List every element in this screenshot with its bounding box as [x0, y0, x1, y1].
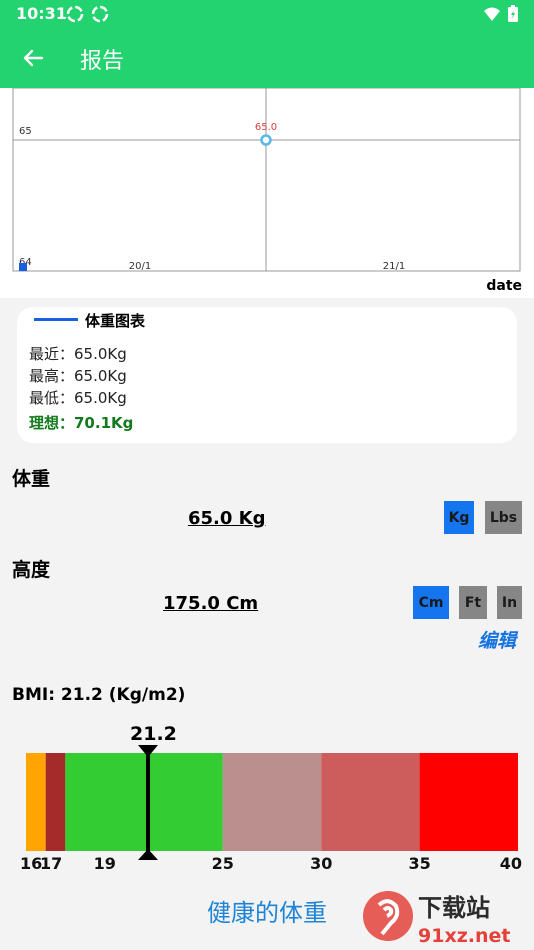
bmi-band [26, 753, 46, 851]
legend-line [34, 318, 78, 321]
sync-icon [66, 5, 84, 23]
bmi-band [321, 753, 420, 851]
x-tick-label: 21/1 [383, 261, 405, 272]
weight-summary-card: 体重图表 最近：65.0Kg 最高：65.0Kg 最低：65.0Kg 理想：70… [17, 307, 517, 443]
back-arrow-icon[interactable] [18, 43, 48, 73]
bmi-band [419, 753, 518, 851]
unit-cm-button[interactable]: Cm [413, 586, 449, 619]
site-watermark-logo: 下载站 91xz.net [363, 891, 510, 947]
bmi-tick-label: 16 [20, 854, 42, 873]
bmi-scale: 1617 19 25 30 35 40 [20, 745, 522, 873]
weight-chart[interactable]: 64 65 20/1 21/1 65.0 date [0, 87, 534, 298]
lowest-weight: 最低：65.0Kg [29, 389, 127, 407]
edit-link[interactable]: 编辑 [478, 626, 516, 653]
x-tick-label: 20/1 [129, 261, 151, 272]
bmi-tick-label: 30 [310, 854, 332, 873]
unit-ft-button[interactable]: Ft [459, 586, 487, 619]
series-start-marker [19, 263, 27, 271]
bmi-band [65, 753, 223, 851]
bmi-band [222, 753, 322, 851]
svg-text:下载站: 下载站 [418, 894, 490, 922]
bmi-tick-label: 25 [212, 854, 234, 873]
data-point [260, 134, 272, 146]
bmi-tick-label: 19 [94, 854, 116, 873]
svg-text:91xz.net: 91xz.net [418, 925, 510, 947]
unit-kg-button[interactable]: Kg [444, 501, 474, 534]
recent-weight: 最近：65.0Kg [29, 345, 127, 363]
y-tick-label: 65 [19, 126, 32, 137]
height-section-title: 高度 [12, 559, 51, 581]
weight-section-title: 体重 [12, 468, 51, 490]
app-bar: 报告 [0, 28, 534, 88]
bmi-band [45, 753, 66, 851]
unit-lbs-button[interactable]: Lbs [485, 501, 522, 534]
data-point-label: 65.0 [255, 122, 277, 133]
bmi-tick-label: 40 [500, 854, 522, 873]
status-bar: 10:31 [0, 0, 534, 28]
x-axis-label: date [486, 278, 522, 294]
wifi-icon [484, 7, 500, 21]
legend-label: 体重图表 [85, 312, 146, 330]
highest-weight: 最高：65.0Kg [29, 367, 127, 385]
battery-icon [508, 5, 518, 22]
sync-icon [91, 5, 109, 23]
bmi-title: BMI: 21.2 (Kg/m2) [12, 685, 186, 705]
weight-chart-svg: 646520/1 21/1 65.0 [12, 87, 521, 272]
weight-value[interactable]: 65.0 Kg [188, 508, 266, 529]
status-time: 10:31 [16, 4, 67, 23]
unit-in-button[interactable]: In [497, 586, 522, 619]
bmi-tick-label: 17 [40, 854, 62, 873]
ideal-weight: 理想：70.1Kg [29, 414, 134, 432]
page-title: 报告 [80, 49, 125, 74]
height-value[interactable]: 175.0 Cm [163, 593, 258, 614]
bmi-tick-label: 35 [408, 854, 430, 873]
